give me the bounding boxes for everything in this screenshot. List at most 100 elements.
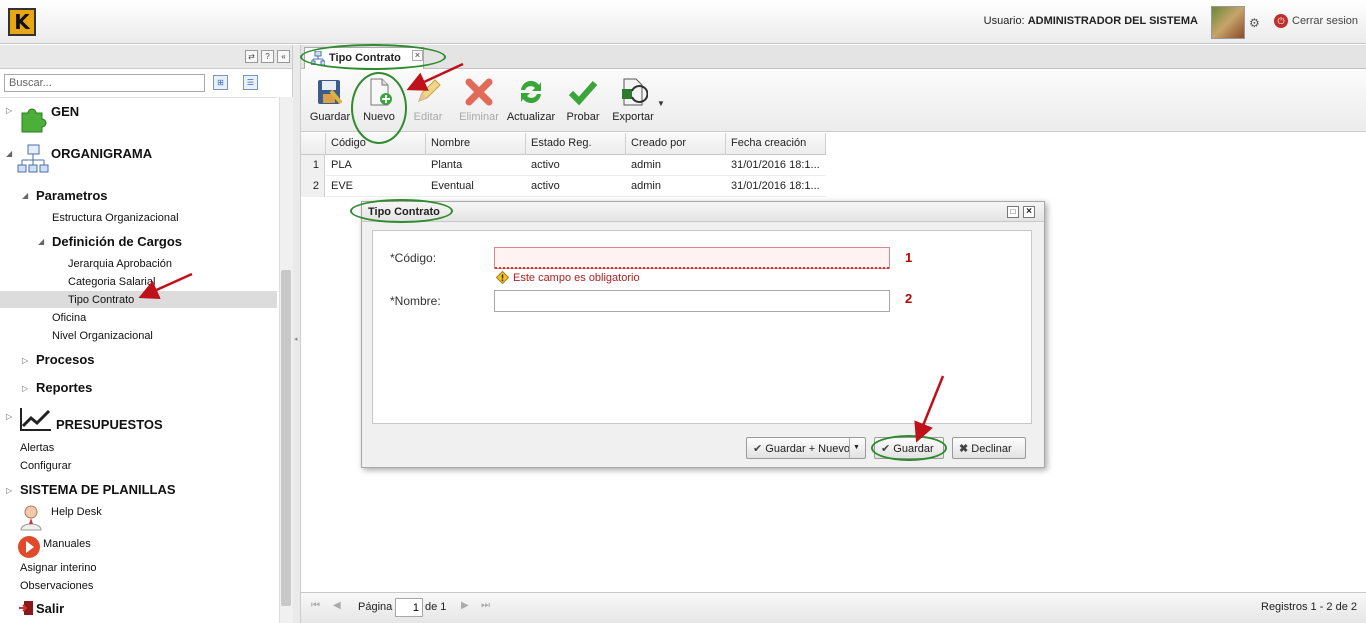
sidebar-item-organigrama[interactable]: ORGANIGRAMA [51, 146, 152, 161]
panel-splitter[interactable]: ◂ [293, 45, 301, 623]
row-number: 1 [301, 155, 325, 176]
prev-page-icon[interactable]: ◀ [333, 600, 341, 611]
close-dialog-icon[interactable]: × [1023, 206, 1035, 218]
table-cell[interactable]: activo [526, 176, 626, 197]
sidebar-item-salir[interactable]: Salir [36, 601, 64, 616]
save-and-new-button[interactable]: ✔ Guardar + Nuevo ▼ [746, 437, 866, 459]
collapse-sidebar-icon[interactable]: « [277, 50, 290, 63]
checkmark-icon [568, 81, 598, 106]
last-page-icon[interactable]: ⏭ [481, 600, 490, 611]
sidebar-item-alertas[interactable]: Alertas [20, 442, 54, 454]
sidebar-item-asignar-interino[interactable]: Asignar interino [20, 562, 96, 574]
page-count-label: de 1 [425, 601, 447, 613]
column-header-creado-por[interactable]: Creado por [626, 133, 726, 155]
save-button[interactable]: Guardar [309, 77, 351, 123]
column-header-estado[interactable]: Estado Reg. [526, 133, 626, 155]
decline-button[interactable]: ✖ Declinar [952, 437, 1026, 459]
list-view-icon[interactable]: ☰ [243, 75, 258, 90]
expand-arrow-icon[interactable]: ▷ [22, 356, 28, 365]
table-cell[interactable]: 31/01/2016 18:1... [726, 176, 826, 197]
refresh-arrows-icon [521, 80, 541, 104]
sidebar-item-nivel[interactable]: Nivel Organizacional [52, 330, 153, 342]
marker-1: 1 [905, 250, 913, 265]
sidebar-scroll-thumb[interactable] [281, 270, 291, 606]
selected-row-highlight [0, 291, 277, 308]
test-button[interactable]: Probar [565, 77, 601, 123]
code-field[interactable] [494, 247, 890, 269]
refresh-tree-icon[interactable]: ⇄ [245, 50, 258, 63]
annotation-ellipse [871, 435, 947, 461]
export-dropdown-icon[interactable]: ▼ [657, 99, 665, 108]
name-label: *Nombre: [390, 294, 441, 308]
expand-arrow-icon[interactable]: ▷ [6, 412, 12, 421]
first-page-icon[interactable]: ⏮ [311, 600, 320, 611]
table-cell[interactable]: 31/01/2016 18:1... [726, 155, 826, 176]
avatar[interactable] [1211, 6, 1245, 39]
expand-arrow-icon[interactable]: ▷ [6, 486, 12, 495]
sidebar-item-configurar[interactable]: Configurar [20, 460, 71, 472]
table-cell[interactable]: EVE [326, 176, 426, 197]
sidebar-item-parametros[interactable]: Parametros [36, 188, 108, 203]
sidebar-item-jerarquia[interactable]: Jerarquia Aprobación [68, 258, 172, 270]
sidebar-item-observaciones[interactable]: Observaciones [20, 580, 93, 592]
expand-arrow-icon[interactable]: ▷ [22, 384, 28, 393]
sidebar-item-planillas[interactable]: SISTEMA DE PLANILLAS [20, 482, 176, 497]
collapse-arrow-icon[interactable]: ◢ [6, 149, 12, 158]
sidebar-item-procesos[interactable]: Procesos [36, 352, 95, 367]
page-number-input[interactable] [395, 598, 423, 617]
app-logo[interactable]: K [8, 8, 36, 36]
puzzle-icon [21, 108, 47, 133]
search-options-icon[interactable]: ⊞ [213, 75, 228, 90]
pencil-icon [418, 79, 441, 102]
expand-arrow-icon[interactable]: ▷ [6, 106, 12, 115]
dialog-titlebar[interactable]: Tipo Contrato □ × [362, 202, 1044, 222]
refresh-button[interactable]: Actualizar [506, 77, 556, 123]
search-input[interactable] [4, 74, 205, 92]
column-header-nombre[interactable]: Nombre [426, 133, 526, 155]
sidebar-item-tipo-contrato[interactable]: Tipo Contrato [68, 294, 134, 306]
table-cell[interactable]: Planta [426, 155, 526, 176]
sidebar-item-presupuestos[interactable]: PRESUPUESTOS [56, 417, 163, 432]
collapse-arrow-icon[interactable]: ◢ [22, 191, 28, 200]
row-number-header [301, 133, 326, 155]
delete-button[interactable]: Eliminar [458, 77, 500, 123]
page-label: Página [358, 601, 393, 613]
help-icon[interactable]: ? [261, 50, 274, 63]
menu-tree: ▷ GEN ◢ ORGANIGRAMA ◢ Parametros Estruct… [0, 97, 277, 623]
sidebar-item-gen[interactable]: GEN [51, 104, 79, 119]
delete-x-icon [465, 78, 493, 106]
warning-icon [496, 271, 509, 284]
sidebar-item-categoria[interactable]: Categoria Salarial [68, 276, 155, 288]
table-cell[interactable]: admin [626, 176, 726, 197]
sidebar-item-reportes[interactable]: Reportes [36, 380, 92, 395]
sidebar-item-definicion-cargos[interactable]: Definición de Cargos [52, 234, 182, 249]
sidebar-item-helpdesk[interactable]: Help Desk [51, 506, 102, 518]
x-icon: ✖ [959, 443, 969, 455]
sidebar-item-oficina[interactable]: Oficina [52, 312, 86, 324]
collapse-arrow-icon[interactable]: ◢ [38, 237, 44, 246]
org-chart-icon [17, 144, 49, 173]
logout-button[interactable]: ⏻ Cerrar sesion [1274, 14, 1358, 28]
code-error: Este campo es obligatorio [496, 271, 640, 284]
settings-gear-icon[interactable]: ⚙ [1249, 16, 1260, 30]
code-label: *Código: [390, 251, 437, 265]
column-header-fecha[interactable]: Fecha creación [726, 133, 826, 155]
table-cell[interactable]: PLA [326, 155, 426, 176]
edit-button[interactable]: Editar [411, 77, 445, 123]
sidebar-item-estructura[interactable]: Estructura Organizacional [52, 212, 179, 224]
table-cell[interactable]: activo [526, 155, 626, 176]
logout-label: Cerrar sesion [1292, 15, 1359, 27]
sidebar-item-manuales[interactable]: Manuales [43, 538, 91, 550]
annotation-ellipse [350, 199, 453, 223]
table-cell[interactable]: Eventual [426, 176, 526, 197]
toolbar: Guardar Nuevo Editar Eliminar Actualizar… [301, 70, 1366, 132]
invalid-underline [495, 267, 889, 269]
row-number: 2 [301, 176, 325, 197]
save-menu-arrow-icon[interactable]: ▼ [849, 438, 863, 458]
name-field[interactable] [494, 290, 890, 312]
play-video-icon [18, 536, 40, 558]
table-cell[interactable]: admin [626, 155, 726, 176]
maximize-icon[interactable]: □ [1007, 206, 1019, 218]
export-button[interactable]: Exportar [610, 77, 656, 123]
next-page-icon[interactable]: ▶ [461, 600, 469, 611]
